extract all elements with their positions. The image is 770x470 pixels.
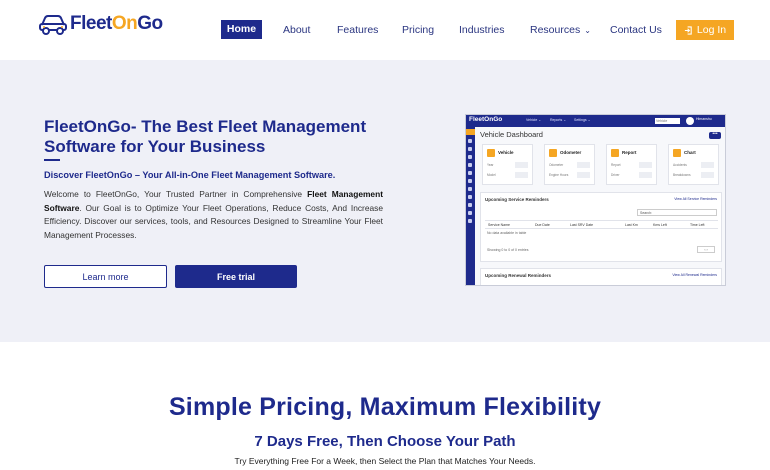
table-pager: ‹ › bbox=[697, 246, 715, 253]
table-col: Last Km bbox=[625, 223, 638, 227]
hero-subtitle: Discover FleetOnGo – Your All-in-One Fle… bbox=[44, 170, 336, 180]
sidebar-icon bbox=[468, 163, 472, 167]
free-trial-button[interactable]: Free trial bbox=[175, 265, 297, 288]
card-title: Chart bbox=[684, 150, 696, 155]
dashboard-user: Himanshu bbox=[696, 117, 712, 121]
card-value-box bbox=[639, 172, 652, 178]
site-header: FleetOnGo Home About Features Pricing In… bbox=[0, 0, 770, 60]
card-row-label: Driver bbox=[611, 173, 620, 177]
login-button[interactable]: Log In bbox=[676, 20, 734, 40]
card-value-box bbox=[515, 162, 528, 168]
avatar bbox=[686, 117, 694, 125]
card-row-label: Report bbox=[611, 163, 621, 167]
card-odometer: Odometer Odometer Engine Hours bbox=[544, 144, 595, 185]
table-col: Due Date bbox=[535, 223, 550, 227]
panel-search: Search: bbox=[637, 209, 717, 216]
card-title: Report bbox=[622, 150, 637, 155]
chart-icon bbox=[673, 149, 681, 157]
fleetongo-logo[interactable]: FleetOnGo bbox=[38, 13, 163, 35]
card-value-box bbox=[577, 172, 590, 178]
nav-resources[interactable]: Resources ⌄ bbox=[530, 24, 591, 36]
dashboard-menu-settings: Settings ⌄ bbox=[574, 118, 591, 122]
panel-title: Upcoming Service Reminders bbox=[485, 197, 549, 202]
dashboard-search: Vehicle bbox=[655, 118, 680, 124]
panel-link: View All Service Reminders bbox=[674, 197, 717, 201]
card-row-label: Odometer bbox=[549, 163, 564, 167]
logo-text: FleetOnGo bbox=[70, 13, 163, 34]
card-value-box bbox=[515, 172, 528, 178]
card-row-label: Accidents bbox=[673, 163, 687, 167]
login-label: Log In bbox=[696, 24, 727, 36]
odometer-icon bbox=[549, 149, 557, 157]
table-empty: No data available in table bbox=[487, 231, 527, 235]
card-value-box bbox=[639, 162, 652, 168]
dashboard-topbar: FleetOnGo Vehicle ⌄ Reports ⌄ Settings ⌄… bbox=[466, 115, 725, 127]
dashboard-preview-image: FleetOnGo Vehicle ⌄ Reports ⌄ Settings ⌄… bbox=[465, 114, 726, 286]
chevron-down-icon: ⌄ bbox=[584, 26, 591, 35]
pricing-title: Simple Pricing, Maximum Flexibility bbox=[168, 393, 602, 421]
nav-industries[interactable]: Industries bbox=[459, 24, 505, 36]
pricing-description: Try Everything Free For a Week, then Sel… bbox=[234, 456, 536, 466]
more-icon: ••• bbox=[709, 132, 721, 139]
card-value-box bbox=[577, 162, 590, 168]
table-header: Service Name Due Date Last SRV Date Last… bbox=[485, 220, 718, 229]
dashboard-logo: FleetOnGo bbox=[469, 116, 503, 123]
card-row-label: Engine Hours bbox=[549, 173, 569, 177]
dashboard-menu-vehicle: Vehicle ⌄ bbox=[526, 118, 542, 122]
card-chart: Chart Accidents Breakdowns bbox=[668, 144, 719, 185]
panel-link: View All Renewal Reminders bbox=[672, 273, 717, 277]
login-icon bbox=[684, 25, 692, 35]
nav-resources-label: Resources bbox=[530, 24, 581, 36]
card-value-box bbox=[701, 162, 714, 168]
nav-about[interactable]: About bbox=[283, 24, 310, 36]
dashboard-title: Vehicle Dashboard bbox=[480, 130, 543, 139]
sidebar-icon bbox=[468, 211, 472, 215]
nav-home[interactable]: Home bbox=[221, 20, 262, 39]
sidebar-icon bbox=[468, 203, 472, 207]
nav-features[interactable]: Features bbox=[337, 24, 378, 36]
dashboard-menu-reports: Reports ⌄ bbox=[550, 118, 567, 122]
hero-section: FleetOnGo- The Best Fleet Management Sof… bbox=[0, 60, 770, 342]
card-row-label: Year bbox=[487, 163, 494, 167]
pricing-subtitle: 7 Days Free, Then Choose Your Path bbox=[254, 433, 516, 450]
sidebar-icon bbox=[468, 219, 472, 223]
table-col: Time Left bbox=[690, 223, 705, 227]
table-col: Service Name bbox=[488, 223, 510, 227]
hero-title: FleetOnGo- The Best Fleet Management Sof… bbox=[44, 117, 367, 156]
renewal-reminders-panel: Upcoming Renewal Reminders View All Rene… bbox=[480, 268, 722, 285]
hero-description: Welcome to FleetOnGo, Your Trusted Partn… bbox=[44, 189, 383, 240]
sidebar-icon bbox=[468, 171, 472, 175]
table-col: Last SRV Date bbox=[570, 223, 594, 227]
table-col: Kms Left bbox=[653, 223, 667, 227]
card-title: Vehicle bbox=[498, 150, 514, 155]
dashboard-sidebar bbox=[466, 127, 475, 285]
card-value-box bbox=[701, 172, 714, 178]
sidebar-icon bbox=[468, 179, 472, 183]
panel-title: Upcoming Renewal Reminders bbox=[485, 273, 552, 278]
learn-more-button[interactable]: Learn more bbox=[44, 265, 167, 288]
service-reminders-panel: Upcoming Service Reminders View All Serv… bbox=[480, 192, 722, 262]
car-icon bbox=[39, 15, 67, 35]
card-vehicle: Vehicle Year Model bbox=[482, 144, 533, 185]
sidebar-active-icon bbox=[466, 129, 475, 135]
card-row-label: Breakdowns bbox=[673, 173, 691, 177]
sidebar-icon bbox=[468, 147, 472, 151]
title-underline bbox=[44, 159, 60, 161]
sidebar-icon bbox=[468, 155, 472, 159]
sidebar-icon bbox=[468, 187, 472, 191]
vehicle-icon bbox=[487, 149, 495, 157]
card-title: Odometer bbox=[560, 150, 582, 155]
sidebar-icon bbox=[468, 195, 472, 199]
card-row-label: Model bbox=[487, 173, 496, 177]
nav-contact[interactable]: Contact Us bbox=[610, 24, 662, 36]
card-report: Report Report Driver bbox=[606, 144, 657, 185]
nav-pricing[interactable]: Pricing bbox=[402, 24, 434, 36]
sidebar-icon bbox=[468, 139, 472, 143]
report-icon bbox=[611, 149, 619, 157]
table-footer: Showing 0 to 0 of 0 entries bbox=[487, 248, 529, 252]
